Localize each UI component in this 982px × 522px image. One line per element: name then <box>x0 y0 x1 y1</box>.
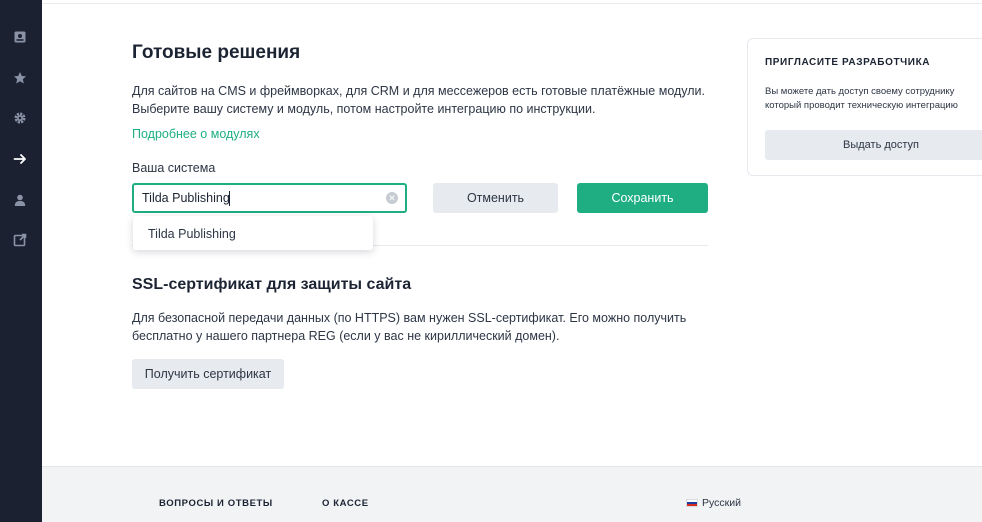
user-icon[interactable] <box>11 191 29 209</box>
get-certificate-button[interactable]: Получить сертификат <box>132 359 284 389</box>
clear-icon[interactable]: ✕ <box>386 192 398 204</box>
suggestion-dropdown: Tilda Publishing <box>133 216 373 250</box>
cancel-button[interactable]: Отменить <box>433 183 558 213</box>
modules-more-link[interactable]: Подробнее о модулях <box>132 127 260 141</box>
system-input-box: ✕ <box>132 183 407 213</box>
invite-text-line1: Вы можете дать доступ своему сотруднику <box>765 86 955 97</box>
footer-about-link[interactable]: О КАССЕ <box>322 498 369 509</box>
suggestion-item[interactable]: Tilda Publishing <box>148 227 236 241</box>
invite-developer-card: ПРИГЛАСИТЕ РАЗРАБОТЧИКА Вы можете дать д… <box>747 38 982 176</box>
document-icon[interactable] <box>11 28 29 46</box>
text-caret <box>229 191 230 206</box>
invite-text-line2: который проводит техническую интеграцию <box>765 100 958 111</box>
top-divider <box>42 0 982 4</box>
modules-description-line1: Для сайтов на CMS и фреймворках, для CRM… <box>132 84 706 98</box>
sidebar <box>0 0 42 522</box>
system-input[interactable] <box>142 190 382 206</box>
language-selector[interactable]: Русский <box>686 497 741 509</box>
star-icon[interactable] <box>11 69 29 87</box>
external-link-icon[interactable] <box>11 231 29 249</box>
modules-description-line2: Выберите вашу систему и модуль, потом на… <box>132 102 596 116</box>
grant-access-button[interactable]: Выдать доступ <box>765 130 982 160</box>
language-label: Русский <box>702 497 741 509</box>
ssl-description-line1: Для безопасной передачи данных (по HTTPS… <box>132 311 687 325</box>
arrow-right-icon[interactable] <box>11 150 29 168</box>
russian-flag-icon <box>686 499 698 507</box>
footer: ВОПРОСЫ И ОТВЕТЫ О КАССЕ Русский <box>42 466 982 522</box>
system-label: Ваша система <box>132 161 216 175</box>
footer-faq-link[interactable]: ВОПРОСЫ И ОТВЕТЫ <box>159 498 273 509</box>
ssl-title: SSL-сертификат для защиты сайта <box>132 276 412 293</box>
invite-title: ПРИГЛАСИТЕ РАЗРАБОТЧИКА <box>765 57 931 68</box>
ssl-description-line2: бесплатно у нашего партнера REG (если у … <box>132 329 560 343</box>
modules-title: Готовые решения <box>132 42 301 63</box>
gear-icon[interactable] <box>11 109 29 127</box>
save-button[interactable]: Сохранить <box>577 183 708 213</box>
